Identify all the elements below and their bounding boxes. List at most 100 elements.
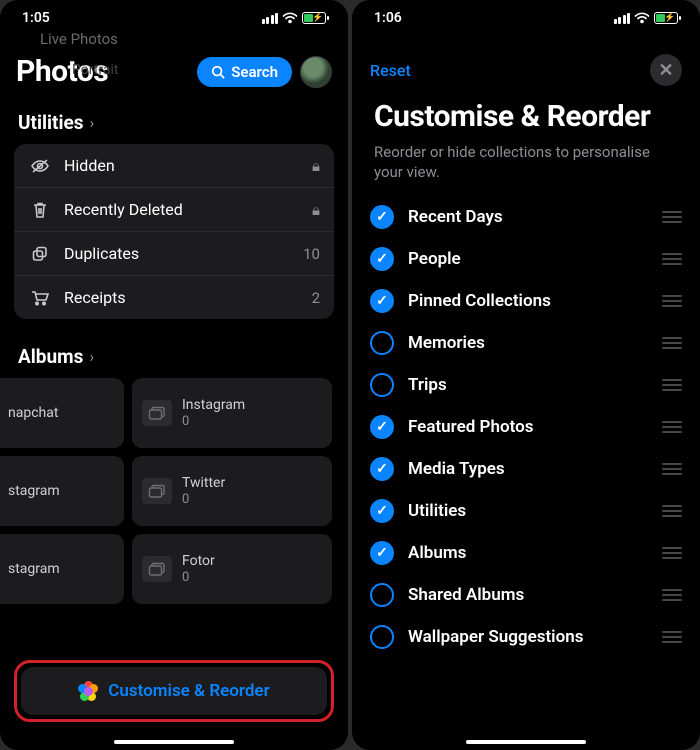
battery-icon: ⚡ <box>654 12 678 24</box>
album-tile[interactable]: stagram <box>0 534 124 604</box>
chevron-right-icon: › <box>90 113 95 132</box>
lock-icon: 🔒︎ <box>312 157 320 175</box>
album-name: stagram <box>8 483 60 500</box>
album-tile[interactable]: napchat <box>0 378 124 448</box>
album-name: stagram <box>8 561 60 578</box>
utility-receipts[interactable]: Receipts 2 <box>14 276 334 319</box>
cellular-icon <box>262 13 279 24</box>
collection-row[interactable]: ✓ Recent Days <box>370 196 682 238</box>
duplicate-icon <box>28 245 52 263</box>
collection-label: Featured Photos <box>408 417 648 437</box>
check-icon: ✓ <box>376 461 388 477</box>
drag-handle-icon[interactable] <box>662 463 682 475</box>
checkbox[interactable] <box>370 331 394 355</box>
collection-row[interactable]: Trips <box>370 364 682 406</box>
collection-label: Media Types <box>408 459 648 479</box>
checkbox[interactable]: ✓ <box>370 289 394 313</box>
reset-button[interactable]: Reset <box>370 61 411 80</box>
checkbox[interactable] <box>370 373 394 397</box>
drag-handle-icon[interactable] <box>662 253 682 265</box>
close-button[interactable]: ✕ <box>650 54 682 86</box>
check-icon: ✓ <box>376 209 388 225</box>
drag-handle-icon[interactable] <box>662 379 682 391</box>
profile-avatar[interactable] <box>300 56 332 88</box>
collection-row[interactable]: ✓ Albums <box>370 532 682 574</box>
drag-handle-icon[interactable] <box>662 337 682 349</box>
customise-reorder-button[interactable]: Customise & Reorder <box>21 667 327 715</box>
collection-row[interactable]: Memories <box>370 322 682 364</box>
utility-duplicates[interactable]: Duplicates 10 <box>14 232 334 276</box>
checkbox[interactable]: ✓ <box>370 205 394 229</box>
check-icon: ✓ <box>376 419 388 435</box>
utility-label: Recently Deleted <box>64 200 300 219</box>
home-indicator[interactable] <box>466 740 586 744</box>
utility-label: Receipts <box>64 288 300 307</box>
checkbox[interactable] <box>370 583 394 607</box>
albums-header[interactable]: Albums › <box>0 337 348 378</box>
customise-sheet-screen: 1:06 ⚡ Reset ✕ Customise & Reorder Reord… <box>352 0 700 750</box>
drag-handle-icon[interactable] <box>662 589 682 601</box>
photo-stack-icon <box>142 478 172 504</box>
utility-recently-deleted[interactable]: Recently Deleted 🔒︎ <box>14 188 334 232</box>
album-tile[interactable]: Twitter0 <box>132 456 332 526</box>
battery-icon: ⚡ <box>302 12 326 24</box>
checkbox[interactable] <box>370 625 394 649</box>
collection-row[interactable]: ✓ Featured Photos <box>370 406 682 448</box>
check-icon: ✓ <box>376 545 388 561</box>
collection-label: Albums <box>408 543 648 563</box>
photos-screen: 1:05 ⚡ Live Photos Portrait Photos Searc… <box>0 0 348 750</box>
collection-row[interactable]: ✓People <box>370 238 682 280</box>
utility-hidden[interactable]: Hidden 🔒︎ <box>14 144 334 188</box>
drag-handle-icon[interactable] <box>662 631 682 643</box>
section-title: Utilities <box>18 111 84 134</box>
album-tile[interactable]: Instagram0 <box>132 378 332 448</box>
cellular-icon <box>614 13 631 24</box>
customise-highlight: Customise & Reorder <box>14 660 334 722</box>
albums-grid[interactable]: napchat Instagram0 stagram Twitter0 stag <box>0 378 348 604</box>
collection-row[interactable]: Shared Albums <box>370 574 682 616</box>
sheet-header: Reset ✕ <box>352 48 700 96</box>
checkbox[interactable]: ✓ <box>370 247 394 271</box>
checkbox[interactable]: ✓ <box>370 415 394 439</box>
collection-row[interactable]: ✓ Media Types <box>370 448 682 490</box>
status-indicators: ⚡ <box>262 12 327 24</box>
collection-label: Wallpaper Suggestions <box>408 627 648 647</box>
utility-label: Duplicates <box>64 244 291 263</box>
eye-slash-icon <box>28 158 52 174</box>
utilities-list: Hidden 🔒︎ Recently Deleted 🔒︎ Duplicates… <box>14 144 334 319</box>
search-button[interactable]: Search <box>197 57 292 87</box>
check-icon: ✓ <box>376 503 388 519</box>
album-name: napchat <box>8 405 58 422</box>
count: 10 <box>303 245 320 263</box>
count: 2 <box>312 289 320 307</box>
collection-row[interactable]: Wallpaper Suggestions <box>370 616 682 658</box>
collection-label: Recent Days <box>408 207 648 227</box>
album-tile[interactable]: stagram <box>0 456 124 526</box>
album-count: 0 <box>182 492 225 507</box>
album-name: Instagram <box>182 397 245 414</box>
collection-label: Utilities <box>408 501 648 521</box>
background-category: Portrait <box>72 62 118 78</box>
drag-handle-icon[interactable] <box>662 295 682 307</box>
drag-handle-icon[interactable] <box>662 211 682 223</box>
drag-handle-icon[interactable] <box>662 547 682 559</box>
collection-row[interactable]: ✓ Utilities <box>370 490 682 532</box>
photo-stack-icon <box>142 556 172 582</box>
close-icon: ✕ <box>658 60 673 81</box>
customise-label: Customise & Reorder <box>108 681 269 701</box>
album-count: 0 <box>182 570 215 585</box>
collection-row[interactable]: ✓Pinned Collections <box>370 280 682 322</box>
drag-handle-icon[interactable] <box>662 421 682 433</box>
sheet-subtitle: Reorder or hide collections to personali… <box>352 142 700 197</box>
drag-handle-icon[interactable] <box>662 505 682 517</box>
album-tile[interactable]: Fotor0 <box>132 534 332 604</box>
checkbox[interactable]: ✓ <box>370 541 394 565</box>
collections-list: ✓Recent Days✓People✓Pinned CollectionsMe… <box>352 196 700 718</box>
utilities-header[interactable]: Utilities › <box>0 103 348 144</box>
checkbox[interactable]: ✓ <box>370 457 394 481</box>
checkbox[interactable]: ✓ <box>370 499 394 523</box>
cart-icon <box>28 290 52 306</box>
collection-label: Shared Albums <box>408 585 648 605</box>
home-indicator[interactable] <box>114 740 234 744</box>
status-time: 1:05 <box>22 10 50 26</box>
